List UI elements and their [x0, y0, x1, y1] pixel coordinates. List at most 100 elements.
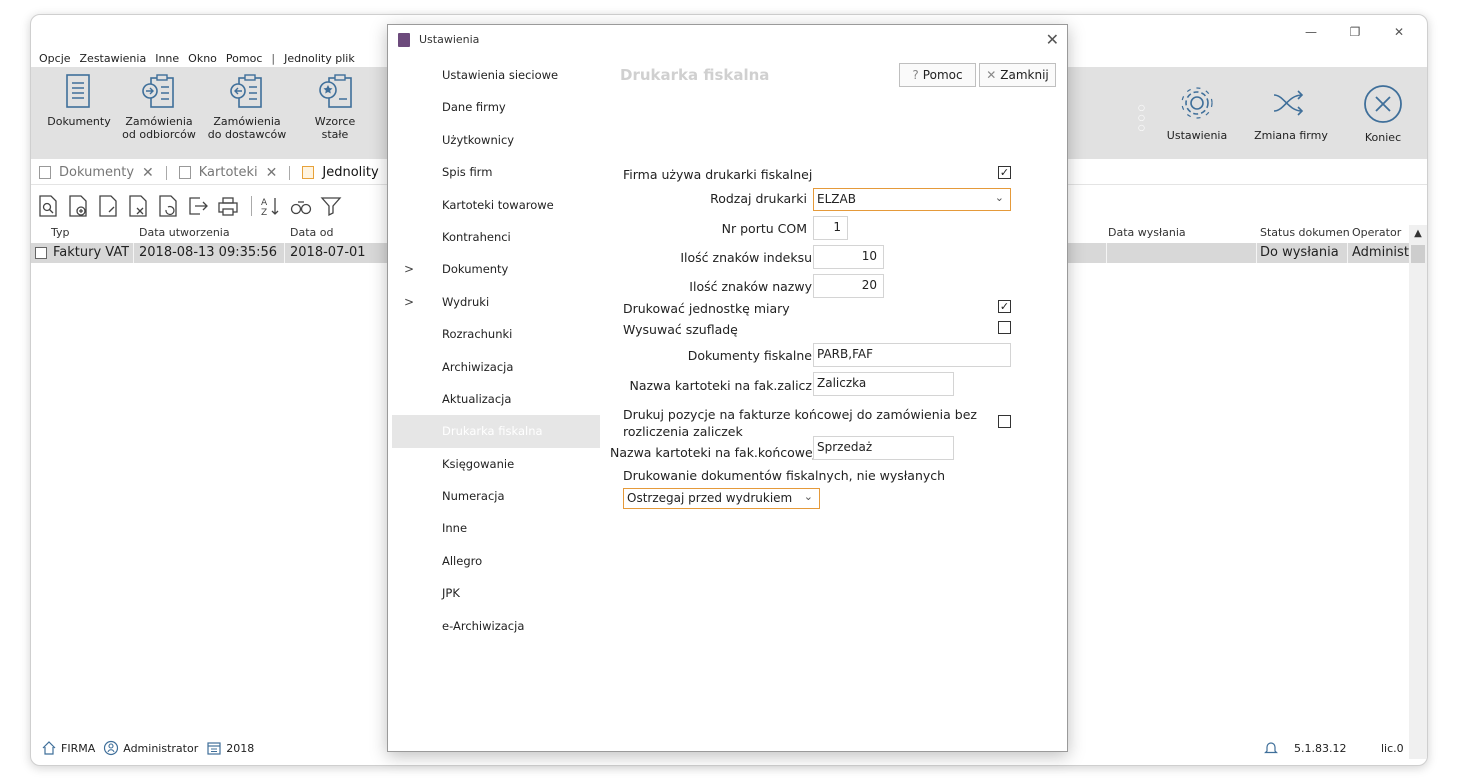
tab-close-icon[interactable]: ✕ — [266, 165, 278, 181]
nav-item-spis-firm[interactable]: Spis firm — [392, 156, 600, 188]
filter-icon[interactable] — [318, 193, 344, 219]
ribbon-handle: ○ ○ ○ — [1138, 103, 1145, 132]
name-chars-label: Ilość znaków nazwy — [689, 279, 812, 294]
scroll-thumb[interactable] — [1411, 245, 1425, 263]
nav-item-rozrachunki[interactable]: Rozrachunki — [392, 318, 600, 350]
status-year[interactable]: 2018 — [206, 740, 254, 756]
help-button[interactable]: ? Pomoc — [899, 63, 976, 87]
status-version: 5.1.83.12 — [1294, 742, 1346, 755]
status-firm[interactable]: FIRMA — [41, 740, 95, 756]
print-unit-label: Drukować jednostkę miary — [623, 301, 790, 316]
tab-close-icon[interactable]: ✕ — [142, 165, 154, 181]
tab-dokumenty[interactable]: Dokumenty ✕ — [31, 161, 162, 185]
add-doc-icon[interactable] — [65, 193, 91, 219]
print-positions-checkbox[interactable] — [998, 415, 1011, 428]
row-checkbox[interactable] — [35, 247, 47, 259]
print-icon[interactable] — [215, 193, 241, 219]
column-header-operator[interactable]: Operator — [1352, 226, 1401, 239]
menu-okno[interactable]: Okno — [188, 52, 217, 65]
preview-doc-icon[interactable] — [35, 193, 61, 219]
menu-zestawienia[interactable]: Zestawienia — [80, 52, 147, 65]
dialog-title: Ustawienia — [419, 33, 480, 46]
unsent-printing-select[interactable]: Ostrzegaj przed wydrukiem ⌄ — [623, 488, 820, 509]
advance-card-input[interactable]: Zaliczka — [813, 372, 954, 396]
open-drawer-label: Wysuwać szufladę — [623, 322, 738, 337]
close-circle-icon — [1364, 85, 1402, 123]
nav-item-inne[interactable]: Inne — [392, 512, 600, 544]
index-chars-input[interactable]: 10 — [813, 245, 884, 269]
ribbon-zamowienia-dostawcow-button[interactable]: Zamówienia do dostawców — [201, 73, 293, 141]
name-chars-input[interactable]: 20 — [813, 274, 884, 298]
dialog-close-icon[interactable]: ✕ — [1046, 30, 1059, 49]
nav-item-ksiegowanie[interactable]: Księgowanie — [392, 448, 600, 480]
print-unit-checkbox[interactable]: ✓ — [998, 300, 1011, 313]
minimize-button[interactable]: — — [1289, 19, 1333, 45]
sort-icon[interactable]: AZ — [258, 193, 284, 219]
nav-item-dane-firmy[interactable]: Dane firmy — [392, 91, 600, 123]
maximize-button[interactable]: ❐ — [1333, 19, 1377, 45]
ribbon-zamowienia-odbiorcow-button[interactable]: Zamówienia od odbiorców — [113, 73, 205, 141]
edit-doc-icon[interactable] — [95, 193, 121, 219]
close-button[interactable]: ✕ Zamknij — [979, 63, 1056, 87]
status-notifications[interactable] — [1263, 740, 1283, 756]
binoculars-icon[interactable] — [288, 193, 314, 219]
ribbon-ustawienia-button[interactable]: Ustawienia — [1151, 83, 1243, 142]
close-window-button[interactable]: ✕ — [1377, 19, 1421, 45]
document-icon — [66, 74, 90, 108]
nav-item-uzytkownicy[interactable]: Użytkownicy — [392, 124, 600, 156]
menu-jednolity-plik[interactable]: Jednolity plik — [284, 52, 355, 65]
nav-item-wydruki[interactable]: > Wydruki — [392, 286, 600, 318]
nav-item-aktualizacja[interactable]: Aktualizacja — [392, 383, 600, 415]
file-icon — [302, 166, 315, 179]
column-header-data-od[interactable]: Data od — [290, 226, 333, 239]
nav-item-ustawienia-sieciowe[interactable]: Ustawienia sieciowe — [392, 59, 600, 91]
nav-item-jpk[interactable]: JPK — [392, 577, 600, 609]
ribbon-label: Wzorce stałe — [314, 115, 356, 141]
column-header-typ[interactable]: Typ — [51, 226, 70, 239]
nav-item-archiwizacja[interactable]: Archiwizacja — [392, 351, 600, 383]
nav-item-kontrahenci[interactable]: Kontrahenci — [392, 221, 600, 253]
delete-doc-icon[interactable] — [125, 193, 151, 219]
chevron-right-icon[interactable]: > — [404, 286, 414, 318]
svg-text:Z: Z — [261, 208, 267, 218]
ribbon-dokumenty-button[interactable]: Dokumenty — [33, 73, 125, 128]
ribbon-zmiana-firmy-button[interactable]: Zmiana firmy — [1245, 83, 1337, 142]
nav-item-drukarka-fiskalna[interactable]: Drukarka fiskalna — [392, 415, 600, 448]
uses-fiscal-printer-checkbox[interactable]: ✓ — [998, 166, 1011, 179]
ribbon-wzorce-button[interactable]: Wzorce stałe — [289, 73, 381, 141]
nav-item-dokumenty[interactable]: > Dokumenty — [392, 253, 600, 285]
vertical-scrollbar[interactable]: ▲ — [1409, 225, 1427, 759]
tab-separator — [289, 165, 291, 180]
nav-item-e-archiwizacja[interactable]: e-Archiwizacja — [392, 610, 600, 642]
cell-divider — [1106, 243, 1107, 263]
printer-type-select[interactable]: ELZAB ⌄ — [813, 188, 1011, 211]
shuffle-icon — [1273, 90, 1304, 116]
menu-pomoc[interactable]: Pomoc — [226, 52, 262, 65]
nav-item-allegro[interactable]: Allegro — [392, 545, 600, 577]
menu-opcje[interactable]: Opcje — [39, 52, 71, 65]
com-port-input[interactable]: 1 — [813, 216, 848, 240]
cell-data-utworzenia: 2018-08-13 09:35:56 — [139, 245, 278, 260]
ribbon-label: Zamówienia do dostawców — [207, 115, 287, 141]
status-year-label: 2018 — [226, 741, 255, 755]
refresh-doc-icon[interactable] — [155, 193, 181, 219]
export-icon[interactable] — [185, 193, 211, 219]
tab-label: Kartoteki — [198, 165, 258, 180]
column-header-status[interactable]: Status dokument — [1260, 226, 1350, 239]
tab-kartoteki[interactable]: Kartoteki ✕ — [171, 161, 286, 185]
fiscal-docs-input[interactable]: PARB,FAF — [813, 343, 1011, 367]
nav-item-kartoteki-towarowe[interactable]: Kartoteki towarowe — [392, 189, 600, 221]
menu-inne[interactable]: Inne — [155, 52, 179, 65]
tab-jednolity[interactable]: Jednolity — [294, 161, 386, 185]
column-header-data-utworzenia[interactable]: Data utworzenia — [139, 226, 230, 239]
open-drawer-checkbox[interactable] — [998, 321, 1011, 334]
column-header-data-wyslania[interactable]: Data wysłania — [1108, 226, 1186, 239]
status-user[interactable]: Administrator — [103, 740, 198, 756]
ribbon-label: Dokumenty — [47, 115, 111, 128]
ribbon-koniec-button[interactable]: Koniec — [1337, 83, 1427, 144]
scroll-up-icon[interactable]: ▲ — [1409, 225, 1427, 241]
cell-divider — [1347, 243, 1348, 263]
chevron-right-icon[interactable]: > — [404, 253, 414, 285]
nav-item-numeracja[interactable]: Numeracja — [392, 480, 600, 512]
final-card-input[interactable]: Sprzedaż — [813, 436, 954, 460]
